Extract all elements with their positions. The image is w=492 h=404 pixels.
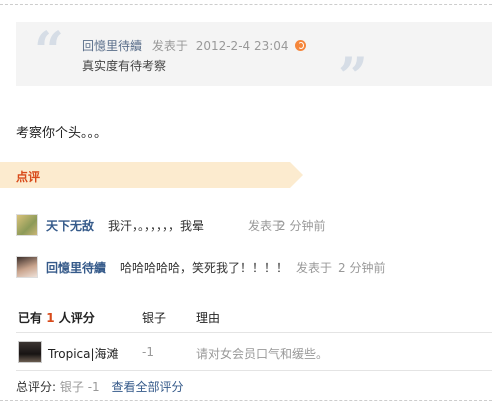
open-quote-icon: “ <box>34 21 64 82</box>
bottom-divider <box>0 400 492 401</box>
quote-header: 回憶里待續 发表于 2012-2-4 23:04 <box>82 37 307 54</box>
rating-value: -1 <box>142 345 154 359</box>
comment-text: 我汗，。，，，，，我晕 <box>108 219 205 233</box>
table-row: Tropica|海滩 -1 请对女会员口气和缓些。 <box>0 340 492 366</box>
view-all-ratings-link[interactable]: 查看全部评分 <box>111 380 183 394</box>
summary-value: 银子 -1 <box>59 380 100 394</box>
rating-section-header: 点评 <box>0 162 303 188</box>
currency-column-header: 银子 <box>142 311 167 325</box>
table-divider <box>16 332 492 333</box>
avatar[interactable] <box>16 256 38 278</box>
summary-label: 总评分: <box>16 380 57 394</box>
ratings-header-suffix: 人评分 <box>58 311 95 325</box>
rating-user[interactable]: Tropica|海滩 <box>48 345 119 362</box>
comment-posted-label: 发表于 <box>296 261 333 275</box>
quote-time: 2012-2-4 23:04 <box>195 39 289 53</box>
quote-text: 真实度有待考察 <box>82 59 167 73</box>
ratings-count-header: 已有 1 人评分 <box>18 309 95 326</box>
rating-summary: 总评分: 银子 -1 查看全部评分 <box>16 378 184 395</box>
ratings-header-prefix: 已有 <box>18 311 43 325</box>
quote-posted-label: 发表于 <box>151 39 188 53</box>
rating-reason: 请对女会员口气和缓些。 <box>196 347 329 361</box>
top-divider <box>0 4 492 5</box>
post-body: 考察你个头。。。 <box>16 126 108 141</box>
comment-time: 2 分钟前 <box>278 219 326 233</box>
jump-to-post-icon[interactable] <box>295 40 307 51</box>
rating-section-title: 点评 <box>16 170 41 184</box>
ratings-count: 1 <box>46 311 55 325</box>
close-quote-icon: ” <box>338 47 368 108</box>
quote-author[interactable]: 回憶里待續 <box>82 39 142 53</box>
avatar[interactable] <box>16 214 38 236</box>
comment-author[interactable]: 天下无敌 <box>46 217 94 234</box>
quote-block: “ ” 回憶里待續 发表于 2012-2-4 23:04 真实度有待考察 <box>16 21 492 104</box>
comment-time: 2 分钟前 <box>338 261 386 275</box>
table-divider <box>16 370 492 371</box>
comment-author[interactable]: 回憶里待續 <box>46 259 106 276</box>
reason-column-header: 理由 <box>196 311 221 325</box>
avatar[interactable] <box>18 341 42 363</box>
comment-text: 哈哈哈哈哈，笑死我了！！！！ <box>120 261 289 275</box>
